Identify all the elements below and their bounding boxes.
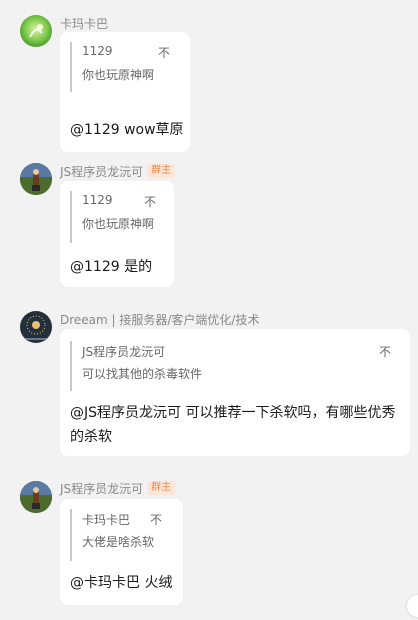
quote-header: 卡玛卡巴 不 — [82, 509, 168, 527]
avatar-image — [20, 481, 52, 513]
message-bubble[interactable]: JS程序员龙沅可 不 可以找其他的杀毒软件 @JS程序员龙沅可 可以推荐一下杀软… — [60, 329, 410, 456]
avatar[interactable] — [20, 15, 52, 47]
sender-line: JS程序员龙沅可 群主 — [60, 479, 176, 497]
message-bubble[interactable]: 卡玛卡巴 不 大佬是啥杀软 @卡玛卡巴 火绒 — [60, 499, 183, 605]
quote-block[interactable]: 1129 不 你也玩原神啊 — [70, 42, 170, 92]
quote-author: 1129 — [82, 193, 113, 207]
quote-block[interactable]: 1129 不 你也玩原神啊 — [70, 191, 160, 243]
sender-name[interactable]: JS程序员龙沅可 — [60, 163, 143, 180]
quote-tag: 不 — [158, 46, 171, 60]
reply-text: @卡玛卡巴 火绒 — [70, 575, 173, 591]
quote-text: 你也玩原神啊 — [82, 68, 155, 82]
quote-header: 1129 不 — [82, 191, 160, 209]
sender-name[interactable]: 卡玛卡巴 — [60, 15, 108, 32]
avatar-image — [20, 15, 52, 47]
quote-author: 卡玛卡巴 — [82, 513, 131, 527]
sender-line: Dreeam | 接服务器/客户端优化/技术 — [60, 310, 259, 328]
sender-name[interactable]: JS程序员龙沅可 — [60, 480, 143, 497]
sender-name[interactable]: Dreeam | 接服务器/客户端优化/技术 — [60, 311, 259, 328]
quote-header: JS程序员龙沅可 不 — [82, 341, 391, 359]
avatar[interactable] — [20, 481, 52, 513]
quote-block[interactable]: 卡玛卡巴 不 大佬是啥杀软 — [70, 509, 168, 561]
owner-badge: 群主 — [147, 481, 176, 495]
quote-header: 1129 不 — [82, 42, 170, 60]
avatar-image — [20, 311, 52, 343]
sender-line: JS程序员龙沅可 群主 — [60, 162, 176, 180]
quote-author: 1129 — [82, 44, 113, 58]
sender-line: 卡玛卡巴 — [60, 14, 108, 32]
quote-text: 可以找其他的杀毒软件 — [82, 367, 203, 381]
reply-text: @1129 wow草原 — [70, 122, 184, 138]
quote-text: 大佬是啥杀软 — [82, 535, 155, 549]
quote-tag: 不 — [379, 345, 392, 359]
reply-text: @1129 是的 — [70, 259, 153, 275]
avatar[interactable] — [20, 311, 52, 343]
message-bubble[interactable]: 1129 不 你也玩原神啊 @1129 是的 — [60, 181, 174, 287]
owner-badge: 群主 — [147, 164, 176, 178]
quote-text: 你也玩原神啊 — [82, 217, 155, 231]
quote-block[interactable]: JS程序员龙沅可 不 可以找其他的杀毒软件 — [70, 341, 391, 391]
chat-area: 卡玛卡巴 1129 不 你也玩原神啊 @1129 wow草原 JS程序员龙沅可 … — [0, 0, 418, 620]
reply-text-line-2: 的杀软 — [70, 429, 112, 445]
quote-tag: 不 — [144, 195, 157, 209]
message-bubble[interactable]: 1129 不 你也玩原神啊 @1129 wow草原 — [60, 32, 190, 152]
quote-author: JS程序员龙沅可 — [82, 345, 166, 359]
scroll-to-bottom-button[interactable] — [407, 595, 418, 617]
avatar-image — [20, 163, 52, 195]
reply-text-line-1: @JS程序员龙沅可 可以推荐一下杀软吗，有哪些优秀 — [70, 405, 396, 421]
quote-tag: 不 — [150, 513, 163, 527]
avatar[interactable] — [20, 163, 52, 195]
